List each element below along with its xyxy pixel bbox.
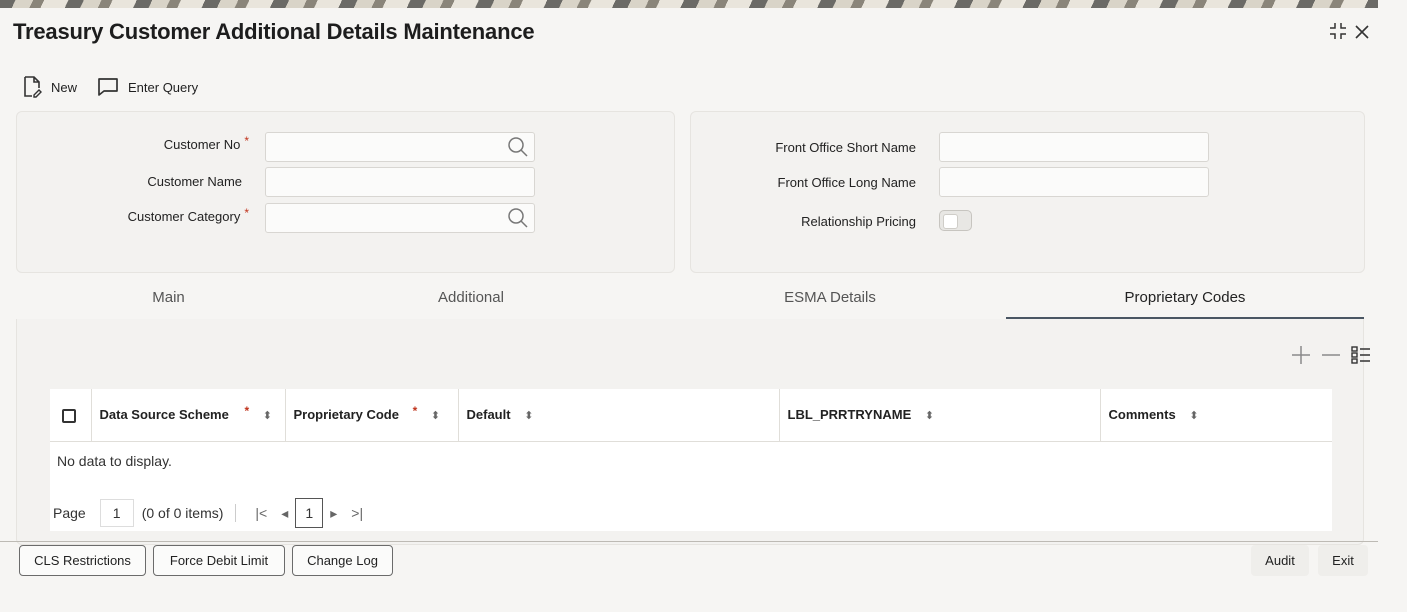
tab-main[interactable]: Main	[16, 282, 321, 320]
customer-name-input[interactable]	[265, 167, 535, 197]
new-document-icon	[24, 76, 42, 98]
fo-long-name-label: Front Office Long Name	[777, 175, 917, 190]
toolbar: New Enter Query	[22, 76, 198, 98]
table-body: No data to display. Page 1 (0 of 0 items…	[50, 441, 1332, 531]
close-icon[interactable]	[1355, 24, 1369, 42]
last-page-icon[interactable]: >|	[351, 505, 363, 521]
new-button[interactable]: New	[22, 76, 77, 98]
customer-no-label: Customer No	[163, 137, 241, 152]
column-label: Data Source Scheme	[99, 407, 229, 423]
required-marker: *	[412, 404, 418, 419]
delete-row-icon[interactable]	[1321, 345, 1341, 369]
next-page-icon[interactable]: ▸	[330, 505, 337, 522]
column-header[interactable]: Data Source Scheme * ⬍	[91, 389, 286, 442]
customer-name-label: Customer Name	[147, 174, 242, 189]
sort-icon[interactable]: ⬍	[925, 410, 934, 422]
customer-no-input[interactable]	[265, 132, 535, 162]
fo-long-name-input[interactable]	[939, 167, 1209, 197]
audit-button[interactable]: Audit	[1251, 545, 1309, 576]
column-label: LBL_PRRTRYNAME	[787, 407, 912, 423]
required-marker: *	[244, 205, 249, 220]
new-label: New	[51, 79, 78, 95]
front-office-panel: Front Office Short Name Front Office Lon…	[690, 111, 1365, 273]
sort-icon[interactable]: ⬍	[263, 410, 272, 422]
select-all-checkbox[interactable]	[62, 408, 76, 423]
fo-short-name-row: Front Office Short Name	[691, 140, 916, 155]
force-debit-limit-button[interactable]: Force Debit Limit	[153, 545, 285, 576]
column-header[interactable]: Proprietary Code * ⬍	[285, 389, 459, 442]
change-log-button[interactable]: Change Log	[292, 545, 393, 576]
table-header-row: Data Source Scheme * ⬍ Proprietary Code …	[50, 389, 1332, 442]
column-label: Comments	[1108, 407, 1176, 423]
current-page-button[interactable]: 1	[295, 498, 324, 528]
column-label: Proprietary Code	[293, 407, 399, 423]
enter-query-button[interactable]: Enter Query	[97, 77, 198, 97]
sort-icon[interactable]: ⬍	[431, 410, 440, 422]
required-marker: *	[244, 404, 250, 419]
grid-actions	[1291, 345, 1371, 369]
fo-short-name-label: Front Office Short Name	[775, 140, 916, 155]
divider	[235, 504, 237, 522]
customer-category-label: Customer Category	[127, 209, 241, 224]
column-header[interactable]: LBL_PRRTRYNAME ⬍	[779, 389, 1101, 442]
empty-message: No data to display.	[57, 453, 172, 469]
relationship-pricing-row: Relationship Pricing	[691, 214, 916, 229]
relationship-pricing-label: Relationship Pricing	[801, 214, 916, 229]
exit-button[interactable]: Exit	[1318, 545, 1368, 576]
header-banner	[0, 0, 1378, 8]
collapse-icon[interactable]	[1329, 22, 1347, 43]
page-input[interactable]: 1	[99, 499, 134, 527]
tab-proprietary-codes[interactable]: Proprietary Codes	[1006, 282, 1364, 320]
column-list-icon[interactable]	[1351, 345, 1371, 369]
column-header[interactable]: Comments ⬍	[1100, 389, 1332, 442]
proprietary-codes-table: Data Source Scheme * ⬍ Proprietary Code …	[50, 389, 1332, 442]
sort-icon[interactable]: ⬍	[524, 410, 533, 422]
customer-category-input[interactable]	[265, 203, 535, 233]
customer-name-row: Customer Name	[17, 174, 242, 189]
tab-additional[interactable]: Additional	[321, 282, 621, 320]
prev-page-icon[interactable]: ◂	[281, 505, 288, 522]
search-icon[interactable]	[507, 136, 529, 158]
sort-icon[interactable]: ⬍	[1189, 410, 1198, 422]
page-label: Page	[53, 505, 86, 521]
tab-bar: Main Additional ESMA Details Proprietary…	[0, 282, 1407, 322]
first-page-icon[interactable]: |<	[255, 505, 267, 521]
comment-icon	[98, 78, 118, 96]
column-header[interactable]: Default ⬍	[458, 389, 780, 442]
enter-query-label: Enter Query	[128, 79, 199, 95]
required-marker: *	[244, 133, 249, 148]
window-controls	[1329, 22, 1369, 43]
fo-short-name-input[interactable]	[939, 132, 1209, 162]
window-title: Treasury Customer Additional Details Mai…	[13, 19, 535, 44]
pagination: Page 1 (0 of 0 items) |< ◂ 1 ▸ >|	[53, 498, 370, 528]
fo-long-name-row: Front Office Long Name	[691, 175, 917, 190]
select-all-cell	[50, 389, 92, 442]
customer-no-row: Customer No *	[17, 133, 249, 153]
footer-divider	[0, 541, 1378, 542]
customer-panel: Customer No * Customer Name Customer Cat…	[16, 111, 675, 273]
cls-restrictions-button[interactable]: CLS Restrictions	[19, 545, 146, 576]
relationship-pricing-toggle[interactable]	[939, 210, 972, 231]
tab-esma-details[interactable]: ESMA Details	[680, 282, 980, 320]
search-icon[interactable]	[507, 207, 529, 229]
items-count: (0 of 0 items)	[141, 505, 224, 521]
add-row-icon[interactable]	[1291, 345, 1311, 369]
column-label: Default	[466, 407, 511, 423]
customer-category-row: Customer Category *	[17, 205, 249, 225]
